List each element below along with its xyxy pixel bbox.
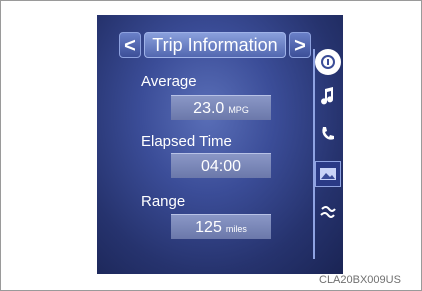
chevron-left-icon[interactable]: < bbox=[119, 32, 141, 58]
average-value: 23.0 bbox=[193, 100, 225, 117]
page-title: Trip Information bbox=[144, 32, 286, 58]
range-label: Range bbox=[141, 193, 186, 210]
phone-icon[interactable] bbox=[317, 123, 339, 145]
display-screen: < Trip Information > Average 23.0 MPG Ela… bbox=[97, 15, 343, 274]
range-value: 125 bbox=[195, 219, 222, 236]
image-icon[interactable] bbox=[315, 161, 341, 187]
average-value-box: 23.0 MPG bbox=[171, 95, 271, 120]
climate-icon[interactable] bbox=[317, 201, 339, 223]
elapsed-time-label: Elapsed Time bbox=[141, 133, 232, 150]
average-label: Average bbox=[141, 73, 197, 90]
chevron-right-icon[interactable]: > bbox=[289, 32, 311, 58]
music-note-icon[interactable] bbox=[317, 85, 339, 107]
figure-caption: CLA20BX009US bbox=[319, 274, 401, 286]
elapsed-time-value-box: 04:00 bbox=[171, 153, 271, 178]
title-bar: < Trip Information > bbox=[119, 31, 311, 59]
average-unit: MPG bbox=[228, 105, 249, 115]
info-icon[interactable] bbox=[315, 49, 341, 75]
side-menu-divider bbox=[313, 49, 315, 259]
figure-frame: < Trip Information > Average 23.0 MPG Ela… bbox=[0, 0, 422, 291]
range-unit: miles bbox=[225, 224, 247, 234]
elapsed-time-value: 04:00 bbox=[200, 158, 242, 175]
side-menu bbox=[311, 43, 343, 274]
range-value-box: 125 miles bbox=[171, 214, 271, 239]
